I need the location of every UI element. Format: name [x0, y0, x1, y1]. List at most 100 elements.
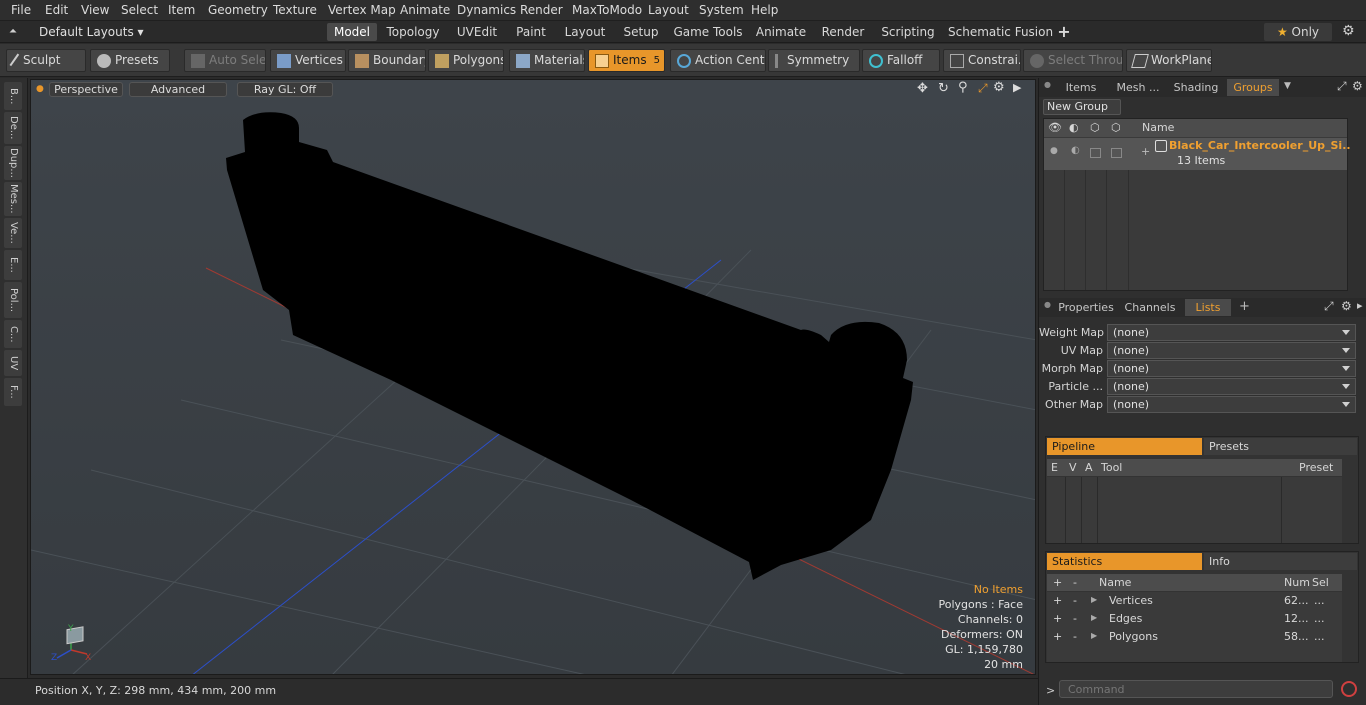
menu-layout[interactable]: Layout	[648, 3, 689, 17]
3d-viewport[interactable]: Y X Z ● Perspective Advanced Ray GL: Off…	[30, 79, 1036, 675]
weight-map-select[interactable]: (none)	[1107, 324, 1356, 341]
row-select-box[interactable]	[1111, 148, 1122, 158]
menu-render[interactable]: Render	[520, 3, 563, 17]
menu-dynamics[interactable]: Dynamics	[457, 3, 516, 17]
tab-topology[interactable]: Topology	[384, 23, 442, 41]
particle-map-select[interactable]: (none)	[1107, 378, 1356, 395]
row-visibility-icon[interactable]: ●	[1050, 146, 1058, 156]
tab-lists[interactable]: Lists	[1185, 299, 1231, 316]
strip-tab-deform[interactable]: De...	[4, 112, 22, 144]
row-remove-icon[interactable]: -	[1073, 594, 1077, 607]
boundary-button[interactable]: Boundary	[348, 49, 426, 72]
sculpt-button[interactable]: Sculpt	[6, 49, 86, 72]
row-add-icon[interactable]: +	[1053, 630, 1062, 643]
pipeline-presets-tab[interactable]: Presets	[1204, 438, 1357, 455]
menu-help[interactable]: Help	[751, 3, 778, 17]
strip-tab-polygon[interactable]: Pol...	[4, 282, 22, 318]
lock-icon[interactable]: ⬡	[1090, 119, 1100, 136]
panel-gear-icon[interactable]: ⚙	[1352, 79, 1363, 93]
uv-map-select[interactable]: (none)	[1107, 342, 1356, 359]
tab-scripting[interactable]: Scripting	[878, 23, 938, 41]
layout-up-icon[interactable]: ⏶	[9, 26, 17, 37]
tab-render[interactable]: Render	[818, 23, 868, 41]
row-remove-icon[interactable]: -	[1073, 612, 1077, 625]
falloff-button[interactable]: Falloff	[862, 49, 940, 72]
tab-animate[interactable]: Animate	[754, 23, 808, 41]
symmetry-button[interactable]: Symmetry	[768, 49, 860, 72]
presets-button[interactable]: Presets	[90, 49, 170, 72]
raygl-button[interactable]: Ray GL: Off	[237, 82, 333, 97]
panel-gear-icon-2[interactable]: ⚙	[1341, 299, 1352, 313]
other-map-select[interactable]: (none)	[1107, 396, 1356, 413]
row-add-icon[interactable]: +	[1053, 612, 1062, 625]
render-icon[interactable]: ◐	[1069, 119, 1079, 136]
strip-tab-curve[interactable]: C...	[4, 320, 22, 348]
workplane-button[interactable]: WorkPlane	[1126, 49, 1212, 72]
maximize-icon[interactable]: ⤢	[978, 81, 988, 96]
viewport-menu-dot[interactable]: ●	[36, 84, 44, 94]
menu-texture[interactable]: Texture	[273, 3, 317, 17]
select-through-button[interactable]: Select Through	[1023, 49, 1123, 72]
materials-button[interactable]: Materials	[509, 49, 585, 72]
strip-tab-fusion[interactable]: F...	[4, 378, 22, 406]
tab-schematic-fusion[interactable]: Schematic Fusion	[948, 23, 1053, 41]
strip-tab-uv[interactable]: UV	[4, 350, 22, 376]
morph-map-select[interactable]: (none)	[1107, 360, 1356, 377]
tab-uvedit[interactable]: UVEdit	[452, 23, 502, 41]
tab-channels[interactable]: Channels	[1121, 299, 1179, 316]
tab-shading[interactable]: Shading	[1169, 79, 1223, 96]
tab-properties[interactable]: Properties	[1057, 299, 1115, 316]
menu-geometry[interactable]: Geometry	[208, 3, 268, 17]
tab-groups[interactable]: Groups	[1227, 79, 1279, 96]
menu-file[interactable]: File	[11, 3, 31, 17]
tab-setup[interactable]: Setup	[620, 23, 662, 41]
zoom-icon[interactable]: ⚲	[958, 80, 968, 95]
perspective-button[interactable]: Perspective	[49, 82, 123, 97]
strip-tab-vertex[interactable]: Ve...	[4, 218, 22, 248]
tab-items[interactable]: Items	[1057, 79, 1105, 96]
tab-game-tools[interactable]: Game Tools	[672, 23, 744, 41]
strip-tab-mesh-edit[interactable]: Mes...	[4, 182, 22, 216]
strip-tab-duplicate[interactable]: Dup...	[4, 146, 22, 180]
panel-expand-icon[interactable]: ⤢	[1337, 79, 1347, 94]
row-remove-icon[interactable]: -	[1073, 630, 1077, 643]
row-add-icon[interactable]: +	[1053, 594, 1062, 607]
tab-mesh[interactable]: Mesh ...	[1111, 79, 1165, 96]
panel-expand-icon-2[interactable]: ⤢	[1324, 299, 1334, 314]
strip-tab-basic[interactable]: B...	[4, 82, 22, 110]
viewport-more-icon[interactable]: ▶	[1013, 81, 1021, 94]
pipeline-tab[interactable]: Pipeline	[1047, 438, 1202, 455]
menu-animate[interactable]: Animate	[400, 3, 450, 17]
polygons-button[interactable]: Polygons	[428, 49, 504, 72]
add-tab-icon[interactable]: +	[1239, 299, 1250, 314]
info-tab[interactable]: Info	[1204, 553, 1357, 570]
panel-more-icon[interactable]: ▸	[1357, 299, 1363, 312]
new-group-button[interactable]: New Group	[1043, 99, 1121, 115]
table-row[interactable]: + - ▶ Edges 12... ...	[1047, 610, 1342, 628]
table-row[interactable]: + - ▶ Polygons 58... ...	[1047, 628, 1342, 646]
menu-maxtomodo[interactable]: MaxToModo	[572, 3, 642, 17]
row-lock-box[interactable]	[1090, 148, 1101, 158]
group-row[interactable]: ● ◐ + Black_Car_Intercooler_Up_Si... 13 …	[1044, 138, 1355, 170]
row-expand-icon[interactable]: ▶	[1091, 595, 1097, 604]
menu-select[interactable]: Select	[121, 3, 158, 17]
row-expand-icon[interactable]: ▶	[1091, 613, 1097, 622]
menu-vertex-map[interactable]: Vertex Map	[328, 3, 396, 17]
tab-model[interactable]: Model	[327, 23, 377, 41]
intercooler-model[interactable]	[226, 112, 913, 581]
viewport-gear-icon[interactable]: ⚙	[993, 80, 1005, 95]
rotate-icon[interactable]: ↻	[938, 81, 949, 96]
table-row[interactable]: + - ▶ Vertices 62... ...	[1047, 592, 1342, 610]
only-toggle[interactable]: ★ Only	[1264, 23, 1332, 41]
menu-view[interactable]: View	[81, 3, 109, 17]
groups-scrollbar[interactable]	[1350, 118, 1360, 291]
command-input[interactable]	[1059, 680, 1333, 698]
strip-tab-edge[interactable]: E...	[4, 250, 22, 280]
tab-paint[interactable]: Paint	[512, 23, 550, 41]
tab-layout[interactable]: Layout	[560, 23, 610, 41]
record-icon[interactable]	[1341, 681, 1357, 697]
auto-select-button[interactable]: Auto Select	[184, 49, 266, 72]
statistics-tab[interactable]: Statistics	[1047, 553, 1202, 570]
gear-icon[interactable]: ⚙	[1342, 23, 1355, 39]
add-tab-button[interactable]: +	[1054, 23, 1074, 41]
